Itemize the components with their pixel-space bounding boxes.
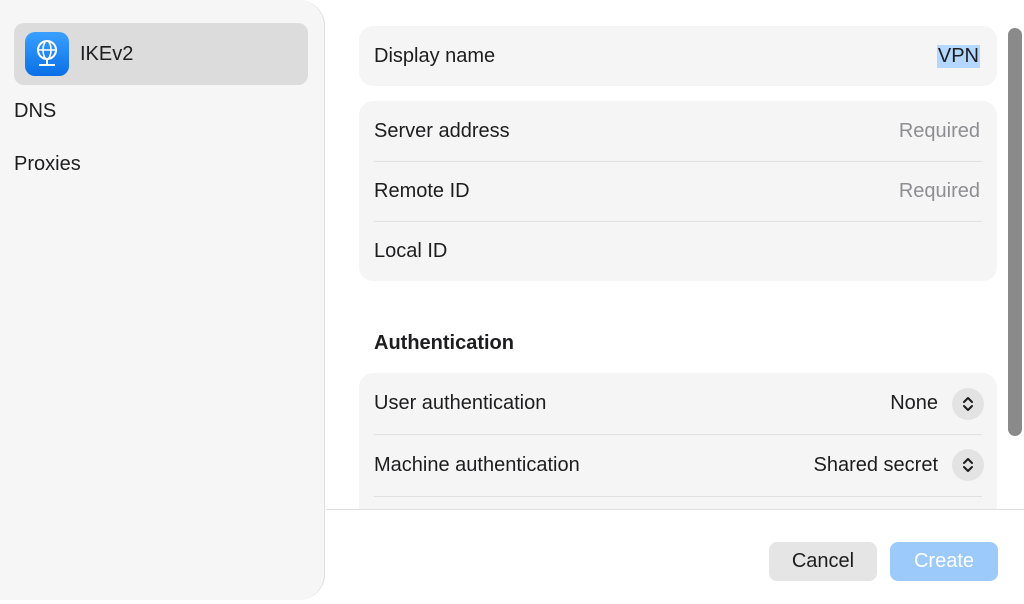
sidebar-item-ikev2[interactable]: IKEv2 [14, 23, 308, 85]
user-auth-value: None [890, 392, 938, 414]
scrollbar-thumb[interactable] [1008, 28, 1022, 436]
machine-auth-row: Machine authentication Shared secret [359, 434, 997, 496]
user-auth-row: User authentication None [359, 373, 997, 434]
cancel-button[interactable]: Cancel [769, 542, 877, 581]
sidebar-item-label: IKEv2 [80, 42, 134, 65]
machine-auth-label: Machine authentication [374, 453, 580, 476]
chevron-up-down-icon [952, 449, 984, 481]
remote-id-row: Remote ID Required [359, 161, 997, 221]
auth-next-row [359, 496, 997, 510]
footer-divider [326, 509, 1024, 510]
local-id-field[interactable] [780, 239, 980, 263]
machine-auth-value: Shared secret [813, 453, 938, 476]
local-id-label: Local ID [374, 239, 448, 262]
user-auth-popup[interactable]: None [890, 387, 984, 420]
display-name-card: Display name VPN [359, 26, 997, 86]
settings-pane: Display name VPN Server address Required… [326, 0, 1024, 510]
sidebar-item-label: DNS [14, 99, 57, 122]
sidebar: IKEv2 DNS Proxies [0, 0, 325, 600]
sidebar-item-proxies[interactable]: Proxies [14, 133, 308, 195]
machine-auth-popup[interactable]: Shared secret [813, 449, 984, 481]
remote-id-field[interactable]: Required [899, 180, 980, 203]
display-name-label: Display name [374, 44, 496, 67]
sidebar-item-label: Proxies [14, 152, 81, 175]
globe-network-icon [25, 32, 69, 76]
display-name-row: Display name VPN [359, 26, 997, 86]
chevron-up-down-icon [952, 387, 984, 420]
remote-id-label: Remote ID [374, 179, 470, 202]
server-card: Server address Required Remote ID Requir… [359, 101, 997, 281]
create-button[interactable]: Create [890, 542, 998, 581]
server-address-field[interactable]: Required [899, 120, 980, 143]
display-name-field[interactable]: VPN [936, 44, 980, 68]
server-address-row: Server address Required [359, 101, 997, 161]
server-address-label: Server address [374, 119, 510, 142]
authentication-card: User authentication None Machine authent… [359, 373, 997, 510]
user-auth-label: User authentication [374, 392, 547, 414]
authentication-heading: Authentication [374, 332, 514, 354]
local-id-row: Local ID [359, 221, 997, 281]
